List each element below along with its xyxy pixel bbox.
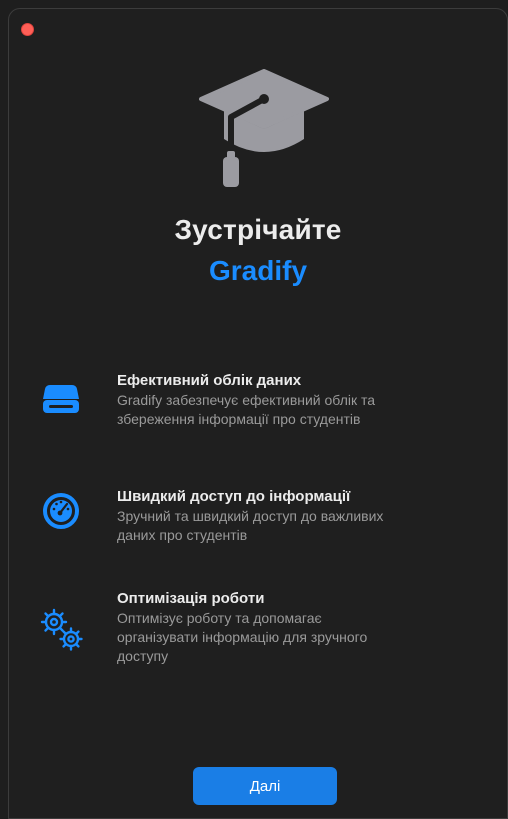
- feature-title: Оптимізація роботи: [117, 590, 265, 607]
- feature-description-line: Оптимізує роботу та допомагає: [117, 610, 322, 626]
- feature-description: Gradify забезпечує ефективний облік та з…: [117, 391, 447, 429]
- welcome-title: Зустрічайте: [174, 214, 342, 245]
- gears-icon: [40, 608, 83, 651]
- next-button[interactable]: Далі: [193, 767, 337, 805]
- onboarding-window: Зустрічайте Gradify Ефективний облік дан…: [8, 8, 508, 819]
- feature-title: Ефективний облік даних: [117, 372, 302, 389]
- gauge-icon: [43, 493, 79, 529]
- feature-text: Оптимізація роботи Оптимізує роботу та д…: [117, 589, 447, 666]
- feature-text: Ефективний облік даних Gradify забезпечу…: [117, 371, 447, 429]
- feature-description-line: організувати інформацію для зручного: [117, 629, 368, 645]
- app-name: Gradify: [208, 255, 308, 286]
- drive-icon: [43, 385, 79, 413]
- feature-description-line: збереження інформації про студентів: [117, 411, 361, 427]
- graduation-cap-icon: [199, 69, 329, 187]
- feature-description-line: Зручний та швидкий доступ до важливих: [117, 508, 384, 524]
- feature-title: Швидкий доступ до інформації: [117, 488, 351, 505]
- feature-description-line: Gradify забезпечує ефективний облік та: [117, 392, 376, 408]
- feature-description: Зручний та швидкий доступ до важливих да…: [117, 507, 447, 545]
- feature-description-line: даних про студентів: [117, 527, 248, 543]
- close-window-button[interactable]: [21, 23, 34, 36]
- feature-description: Оптимізує роботу та допомагає організува…: [117, 609, 447, 666]
- feature-description-line: доступу: [117, 648, 169, 664]
- feature-text: Швидкий доступ до інформації Зручний та …: [117, 487, 447, 545]
